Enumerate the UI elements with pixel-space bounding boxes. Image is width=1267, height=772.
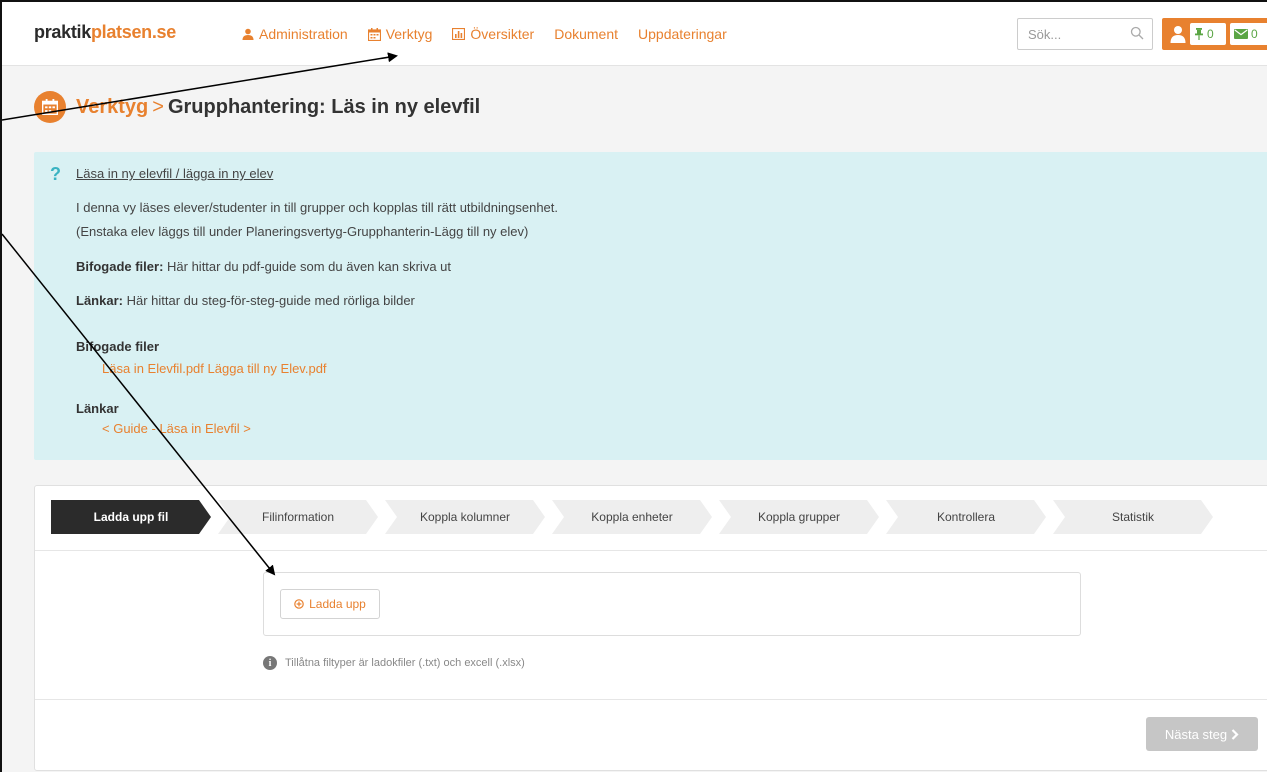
- wizard-step-1[interactable]: Ladda upp fil: [51, 500, 211, 534]
- help-link[interactable]: Läsa in ny elevfil / lägga in ny elev: [76, 166, 273, 181]
- help-files-text: Här hittar du pdf-guide som du även kan …: [163, 259, 451, 274]
- upload-area: Ladda upp: [263, 572, 1081, 636]
- breadcrumb-separator: >: [152, 95, 164, 118]
- wizard-step-label: Koppla kolumner: [419, 510, 511, 524]
- plus-circle-icon: [294, 599, 304, 609]
- nav-uppdateringar-label: Uppdateringar: [638, 26, 727, 42]
- attached-files-list: Läsa in Elevfil.pdf Lägga till ny Elev.p…: [102, 361, 327, 376]
- help-links-text: Här hittar du steg-för-steg-guide med rö…: [122, 293, 415, 308]
- attached-files-heading: Bifogade filer: [76, 339, 160, 354]
- user-menu[interactable]: 0 0: [1162, 18, 1267, 50]
- pin-count: 0: [1207, 27, 1214, 41]
- wizard-step-5[interactable]: Koppla grupper: [719, 500, 879, 534]
- page-title: Verktyg > Grupphantering: Läs in ny elevfi…: [76, 96, 480, 119]
- wizard-step-label: Statistik: [1111, 510, 1154, 524]
- help-files-label: Bifogade filer:: [76, 259, 164, 274]
- next-step-label: Nästa steg: [1164, 726, 1228, 742]
- nav-oversikter[interactable]: Översikter: [452, 26, 534, 42]
- mail-count: 0: [1251, 27, 1258, 41]
- envelope-icon: [1234, 29, 1248, 39]
- links-heading: Länkar: [76, 401, 119, 416]
- file-type-hint-text: Tillåtna filtyper är ladokfiler (.txt) o…: [285, 657, 525, 669]
- divider: [35, 550, 1267, 551]
- wizard-step-label: Kontrollera: [936, 510, 996, 524]
- pin-icon: [1195, 28, 1203, 40]
- wizard-step-label: Ladda upp fil: [93, 510, 169, 524]
- help-line-2: (Enstaka elev läggs till under Planering…: [76, 224, 529, 239]
- breadcrumb-verktyg[interactable]: Verktyg: [76, 96, 148, 118]
- help-links-label: Länkar:: [76, 293, 123, 308]
- help-files-line: Bifogade filer: Här hittar du pdf-guide …: [76, 259, 451, 274]
- calendar-icon: [34, 91, 66, 123]
- nav-administration-label: Administration: [259, 26, 348, 42]
- calendar-icon: [367, 27, 381, 41]
- file-link-lagga-till-ny-elev[interactable]: Lägga till ny Elev.pdf: [208, 361, 327, 376]
- pin-badge[interactable]: 0: [1190, 23, 1226, 45]
- wizard-step-label: Koppla grupper: [757, 510, 841, 524]
- nav-verktyg[interactable]: Verktyg: [367, 26, 433, 42]
- info-icon: i: [263, 656, 277, 670]
- page-header: Verktyg > Grupphantering: Läs in ny elevfi…: [34, 90, 480, 124]
- file-link-las-in-elevfil[interactable]: Läsa in Elevfil.pdf: [102, 361, 204, 376]
- wizard-step-4[interactable]: Koppla enheter: [552, 500, 712, 534]
- top-navbar: praktikplatsen.se Administration Verktyg…: [2, 2, 1267, 66]
- chevron-right-icon: [1231, 728, 1239, 740]
- wizard-step-2[interactable]: Filinformation: [218, 500, 378, 534]
- page-title-text: Grupphantering: Läs in ny elevfil: [167, 95, 481, 118]
- wizard-step-7[interactable]: Statistik: [1053, 500, 1213, 534]
- nav-dokument-label: Dokument: [554, 26, 619, 42]
- divider: [35, 699, 1267, 700]
- brand-logo[interactable]: praktikplatsen.se: [34, 22, 176, 43]
- wizard-step-label: Filinformation: [261, 510, 335, 524]
- help-line-1: I denna vy läses elever/studenter in til…: [76, 200, 559, 215]
- file-type-hint: i Tillåtna filtyper är ladokfiler (.txt)…: [263, 656, 525, 670]
- main-nav: Administration Verktyg Översikter Dokume…: [242, 26, 727, 42]
- next-step-button[interactable]: Nästa steg: [1146, 717, 1258, 751]
- mail-badge[interactable]: 0: [1230, 23, 1267, 45]
- bar-chart-icon: [452, 28, 466, 40]
- wizard-step-3[interactable]: Koppla kolumner: [385, 500, 545, 534]
- user-icon: [1170, 26, 1186, 43]
- upload-button[interactable]: Ladda upp: [280, 589, 380, 619]
- nav-verktyg-label: Verktyg: [385, 26, 433, 42]
- app-window: praktikplatsen.se Administration Verktyg…: [0, 0, 1267, 772]
- brand-part-2: platsen.se: [90, 22, 176, 42]
- question-icon: ?: [50, 164, 61, 184]
- nav-uppdateringar[interactable]: Uppdateringar: [638, 26, 727, 42]
- search-input[interactable]: [1018, 19, 1128, 49]
- help-panel: ? Läsa in ny elevfil / lägga in ny elev …: [34, 152, 1267, 460]
- upload-wizard: Ladda upp fil Filinformation Koppla kolumn…: [34, 485, 1267, 771]
- brand-part-1: praktik: [34, 22, 91, 42]
- nav-administration[interactable]: Administration: [242, 26, 348, 42]
- search-box: [1017, 18, 1153, 50]
- search-icon[interactable]: [1130, 26, 1144, 40]
- guide-link[interactable]: < Guide - Läsa in Elevfil >: [102, 421, 251, 436]
- user-icon: [242, 28, 254, 40]
- nav-dokument[interactable]: Dokument: [554, 26, 618, 42]
- nav-oversikter-label: Översikter: [470, 26, 535, 42]
- upload-button-label: Ladda upp: [309, 597, 366, 611]
- help-links-line: Länkar: Här hittar du steg-för-steg-guid…: [76, 293, 415, 308]
- wizard-step-label: Koppla enheter: [591, 510, 673, 524]
- wizard-step-6[interactable]: Kontrollera: [886, 500, 1046, 534]
